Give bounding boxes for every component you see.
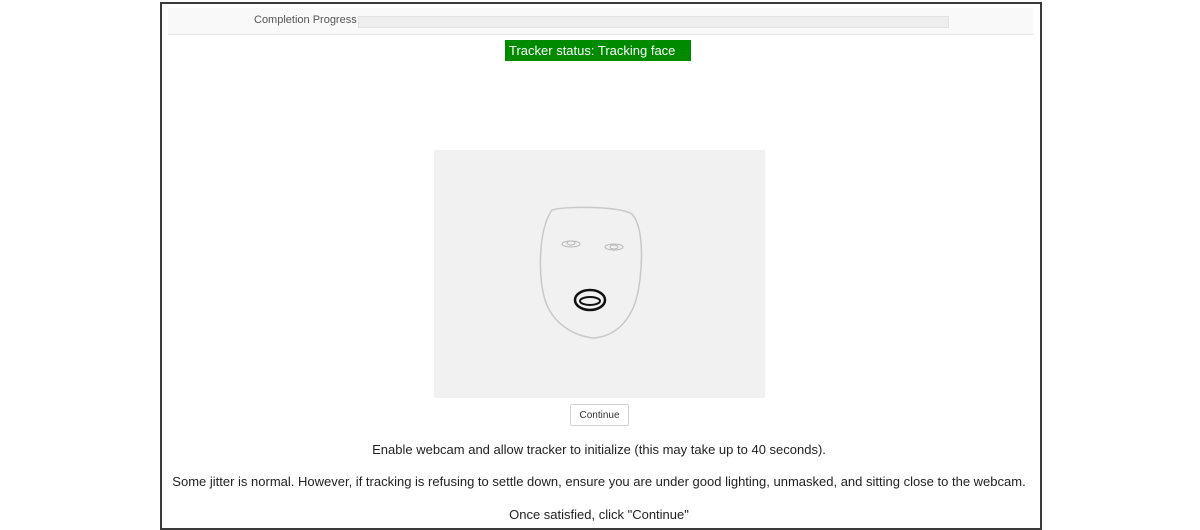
progress-label: Completion Progress bbox=[254, 14, 357, 26]
face-outline bbox=[539, 206, 643, 339]
face-mesh-overlay bbox=[539, 206, 643, 339]
instruction-click-continue: Once satisfied, click "Continue" bbox=[509, 507, 689, 522]
progress-header: Completion Progress bbox=[168, 8, 1033, 35]
instruction-enable-webcam: Enable webcam and allow tracker to initi… bbox=[372, 442, 826, 457]
webcam-preview bbox=[434, 150, 765, 398]
continue-button[interactable]: Continue bbox=[570, 404, 629, 426]
left-eye bbox=[561, 240, 581, 248]
right-eye bbox=[604, 243, 624, 251]
instruction-jitter-note: Some jitter is normal. However, if track… bbox=[172, 474, 1026, 489]
experiment-frame: Completion Progress Tracker status: Trac… bbox=[160, 2, 1042, 530]
mouth bbox=[573, 288, 607, 312]
tracker-status-badge: Tracker status: Tracking face bbox=[505, 40, 691, 61]
progress-bar bbox=[358, 16, 949, 28]
